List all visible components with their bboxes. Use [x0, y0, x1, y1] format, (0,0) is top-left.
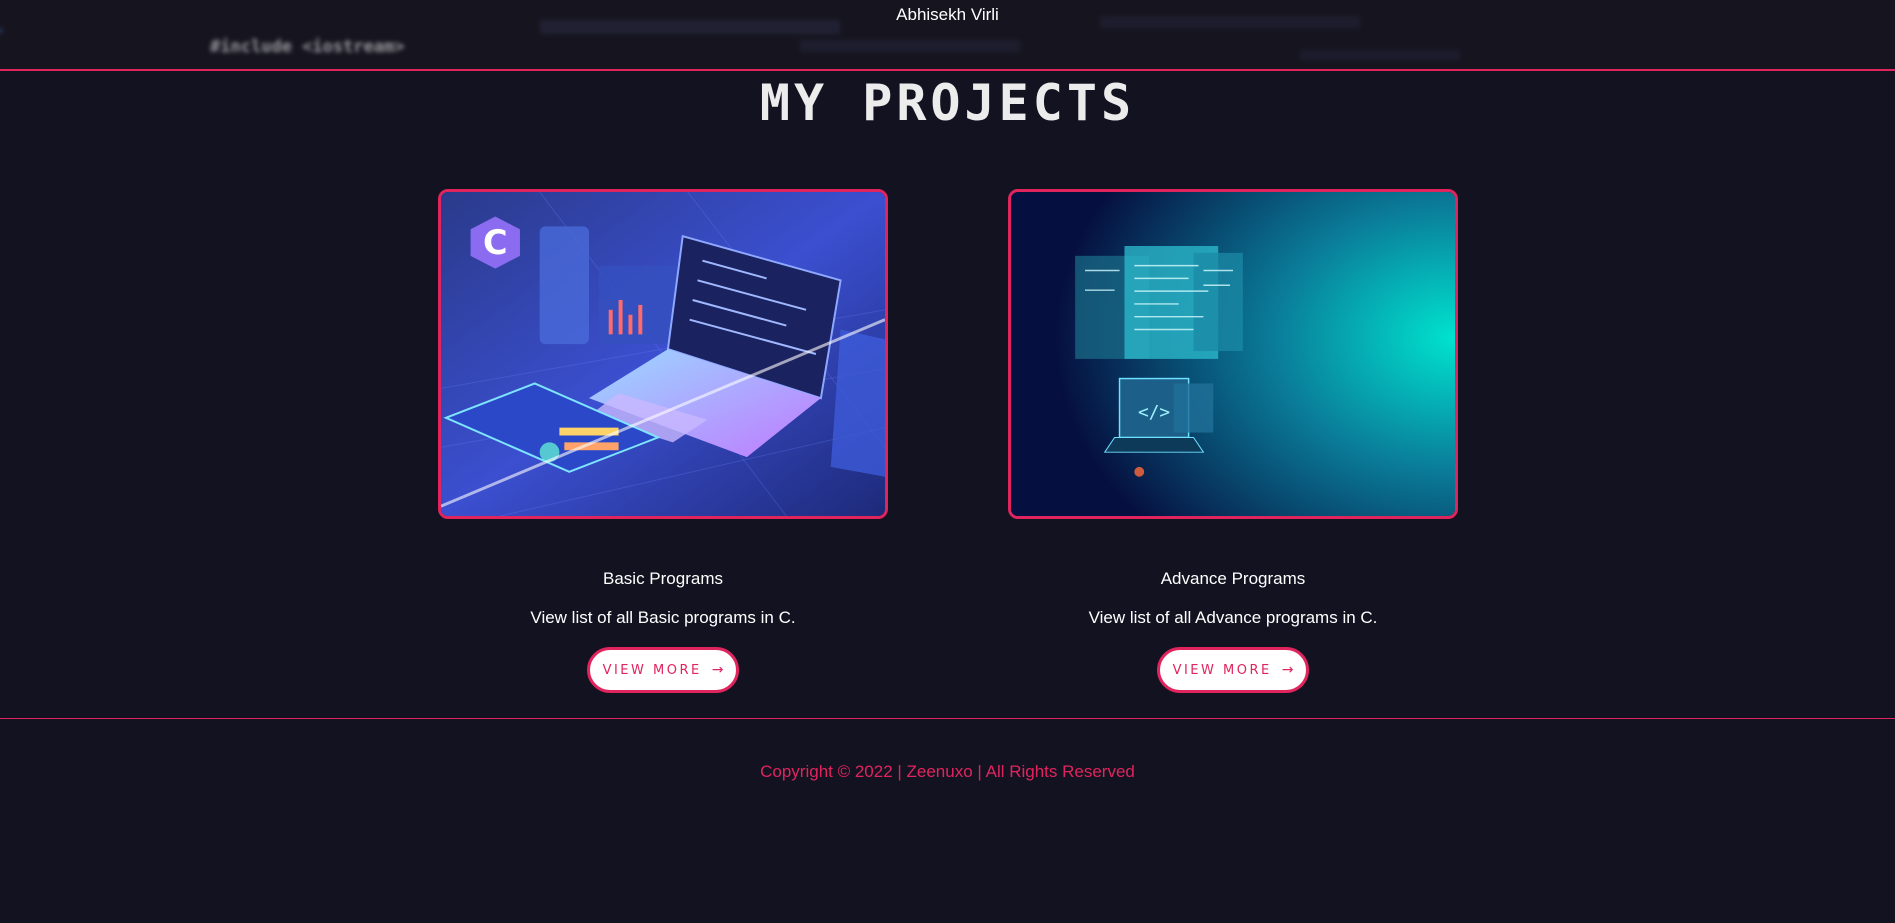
project-card-advance: </> Advance Programs View list of all Ad… [1008, 189, 1458, 693]
view-more-button-basic[interactable]: VIEW MORE → [587, 647, 739, 693]
project-description-advance: View list of all Advance programs in C. [1088, 608, 1378, 627]
arrow-right-icon: → [1281, 662, 1294, 678]
arrow-right-icon: → [711, 662, 724, 678]
project-image-advance: </> [1008, 189, 1458, 519]
footer-copyright: Copyright © 2022 | Zeenuxo | All Rights … [760, 762, 1135, 781]
view-more-button-label: VIEW MORE [1172, 662, 1272, 678]
svg-text:C: C [483, 223, 508, 262]
header-background-code-text: #include <iostream> [210, 37, 405, 57]
project-title-basic: Basic Programs [603, 569, 723, 588]
footer-divider [0, 718, 1895, 719]
site-header: • #include <iostream> Abhisekh Virli [0, 0, 1895, 71]
page-title: MY PROJECTS [759, 74, 1136, 132]
project-card-basic: C Basic Programs View list of all Basic … [438, 189, 888, 693]
view-more-button-label: VIEW MORE [602, 662, 702, 678]
owner-name: Abhisekh Virli [896, 5, 999, 24]
project-image-basic: C [438, 189, 888, 519]
svg-text:</>: </> [1138, 403, 1170, 423]
project-title-advance: Advance Programs [1160, 569, 1306, 588]
view-more-button-advance[interactable]: VIEW MORE → [1157, 647, 1309, 693]
project-description-basic: View list of all Basic programs in C. [530, 608, 796, 627]
